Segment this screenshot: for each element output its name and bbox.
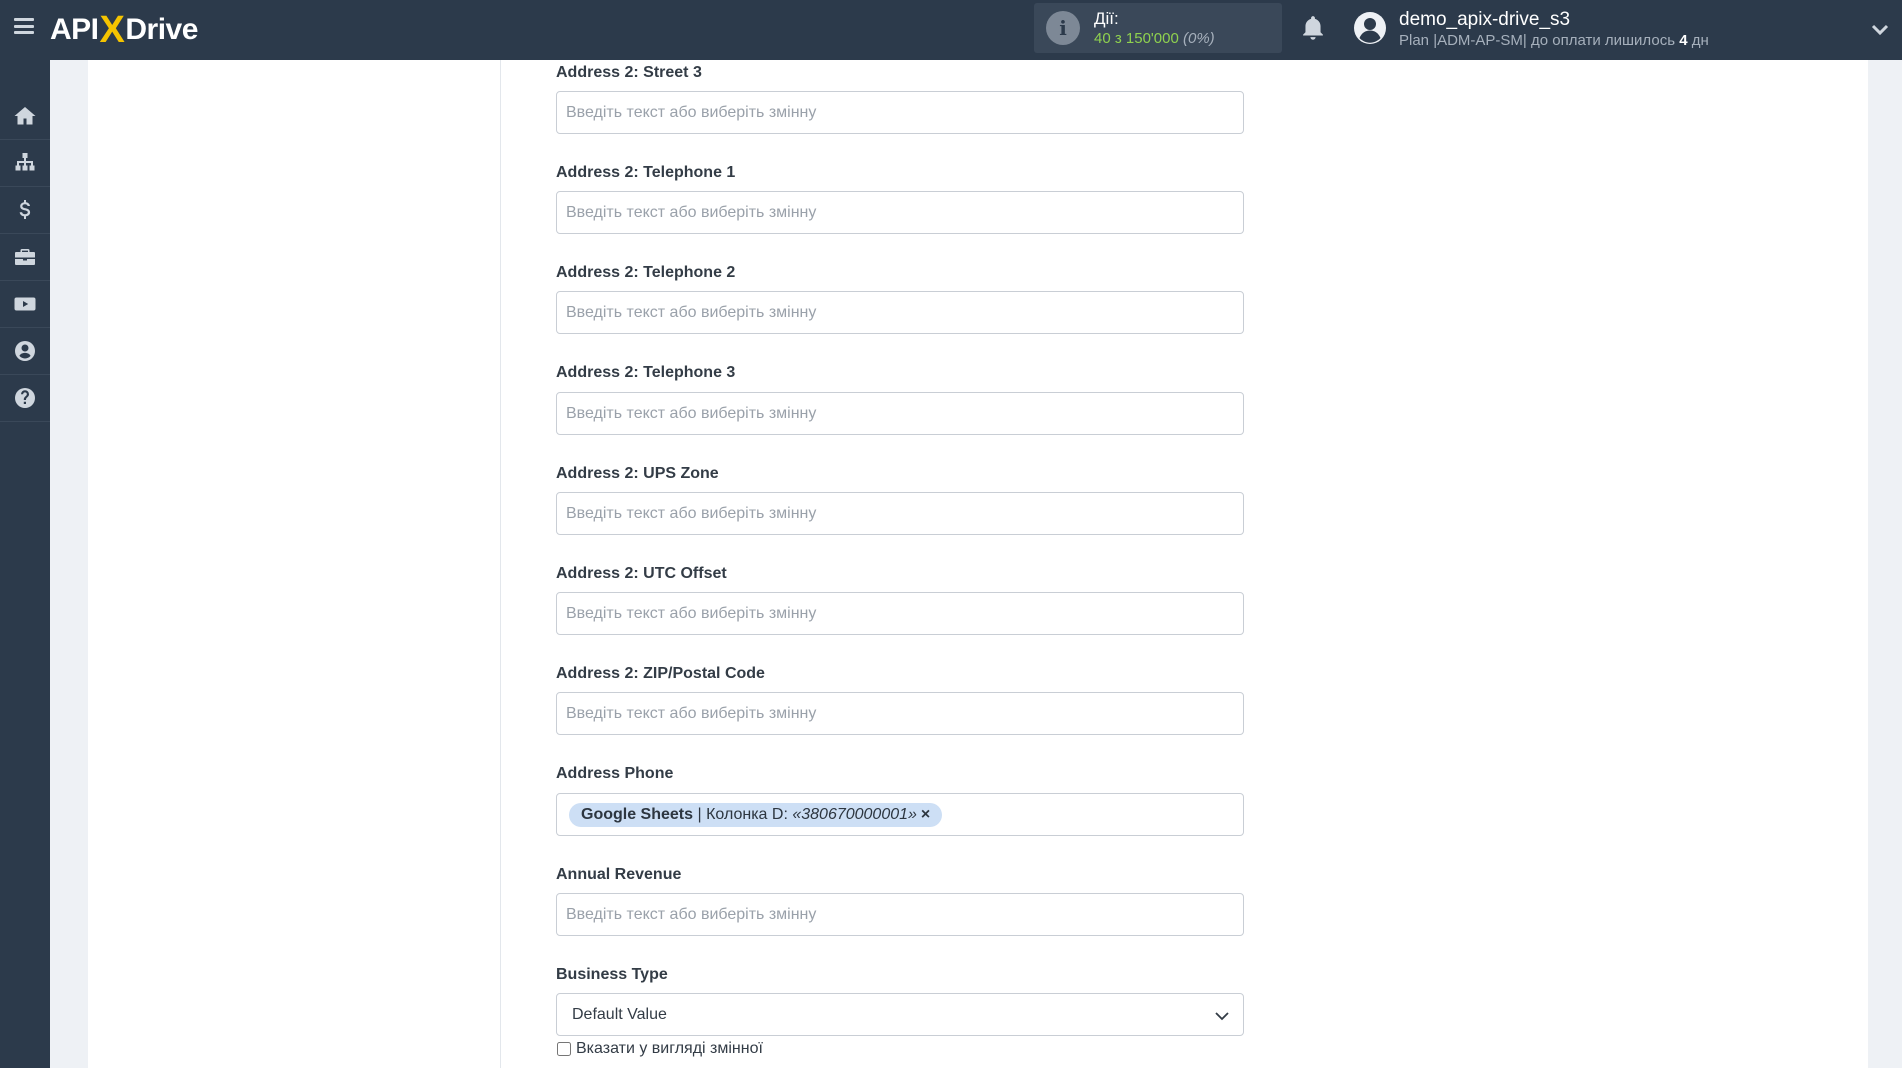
tag-remove-icon[interactable]: × (921, 806, 930, 823)
left-column (88, 60, 501, 1068)
tag-source: Google Sheets (581, 806, 694, 823)
variable-checkbox-label: Вказати у вигляді змінної (576, 1040, 763, 1057)
home-icon (14, 107, 36, 125)
field-label-address2-street3: Address 2: Street 3 (556, 64, 702, 81)
variable-checkbox[interactable] (557, 1042, 571, 1056)
top-bar: API X Drive i Дії: 40 з 150'000 (0%) demo_… (0, 0, 1902, 60)
help-icon (15, 388, 35, 408)
annual-revenue-input[interactable] (556, 893, 1244, 936)
address2-street3-input[interactable] (556, 91, 1244, 134)
variable-tag[interactable]: Google Sheets | Колонка D: «380670000001… (569, 803, 943, 827)
logo-drive-text: Drive (125, 13, 198, 46)
sidebar-item-profile[interactable] (0, 328, 50, 375)
field-label-address2-telephone1: Address 2: Telephone 1 (556, 164, 736, 181)
sidebar (0, 60, 50, 1068)
variable-checkbox-row[interactable]: Вказати у вигляді змінної (557, 1040, 763, 1058)
sidebar-item-tools[interactable] (0, 234, 50, 281)
field-label-address2-telephone2: Address 2: Telephone 2 (556, 264, 736, 281)
actions-counter[interactable]: i Дії: 40 з 150'000 (0%) (1034, 3, 1282, 53)
actions-label: Дії: (1094, 9, 1119, 28)
field-label-address2-utc-offset: Address 2: UTC Offset (556, 565, 727, 582)
sidebar-item-connections[interactable] (0, 140, 50, 187)
field-label-address-phone: Address Phone (556, 765, 674, 782)
address2-telephone3-input[interactable] (556, 392, 1244, 435)
logo-x-text: X (99, 8, 125, 51)
business-type-value: Default Value (572, 1006, 667, 1023)
info-icon: i (1046, 11, 1080, 45)
logo-api-text: API (50, 13, 99, 46)
field-label-address2-zip: Address 2: ZIP/Postal Code (556, 665, 765, 682)
user-avatar-icon[interactable] (1353, 11, 1387, 45)
youtube-icon (14, 297, 36, 311)
address-phone-input[interactable]: Google Sheets | Колонка D: «380670000001… (556, 793, 1244, 836)
chevron-down-icon[interactable] (1870, 19, 1890, 39)
user-icon (15, 341, 35, 361)
address2-ups-zone-input[interactable] (556, 492, 1244, 535)
user-name[interactable]: demo_apix-drive_s3 (1399, 9, 1570, 31)
field-label-business-type: Business Type (556, 966, 668, 983)
address2-telephone1-input[interactable] (556, 191, 1244, 234)
tag-column: | Колонка D: (693, 806, 793, 823)
field-label-annual-revenue: Annual Revenue (556, 866, 682, 883)
sidebar-item-video[interactable] (0, 281, 50, 328)
field-label-address2-telephone3: Address 2: Telephone 3 (556, 364, 736, 381)
address2-telephone2-input[interactable] (556, 291, 1244, 334)
address2-utc-offset-input[interactable] (556, 592, 1244, 635)
sidebar-item-billing[interactable] (0, 187, 50, 234)
logo[interactable]: API X Drive (50, 8, 198, 51)
address2-zip-input[interactable] (556, 692, 1244, 735)
bell-icon[interactable] (1300, 14, 1326, 42)
chevron-down-icon (1215, 1012, 1229, 1021)
field-label-address2-ups-zone: Address 2: UPS Zone (556, 465, 719, 482)
briefcase-icon (15, 249, 35, 265)
tag-value: «380670000001» (792, 806, 917, 823)
sidebar-item-help[interactable] (0, 375, 50, 422)
actions-value: 40 з 150'000 (0%) (1094, 30, 1215, 47)
sitemap-icon (15, 153, 35, 171)
sidebar-item-home[interactable] (0, 93, 50, 140)
user-plan: Plan |ADM-AP-SM| до оплати лишилось 4 дн (1399, 32, 1709, 49)
business-type-select[interactable]: Default Value (556, 993, 1244, 1036)
dollar-icon (19, 200, 31, 219)
menu-icon[interactable] (14, 18, 34, 34)
